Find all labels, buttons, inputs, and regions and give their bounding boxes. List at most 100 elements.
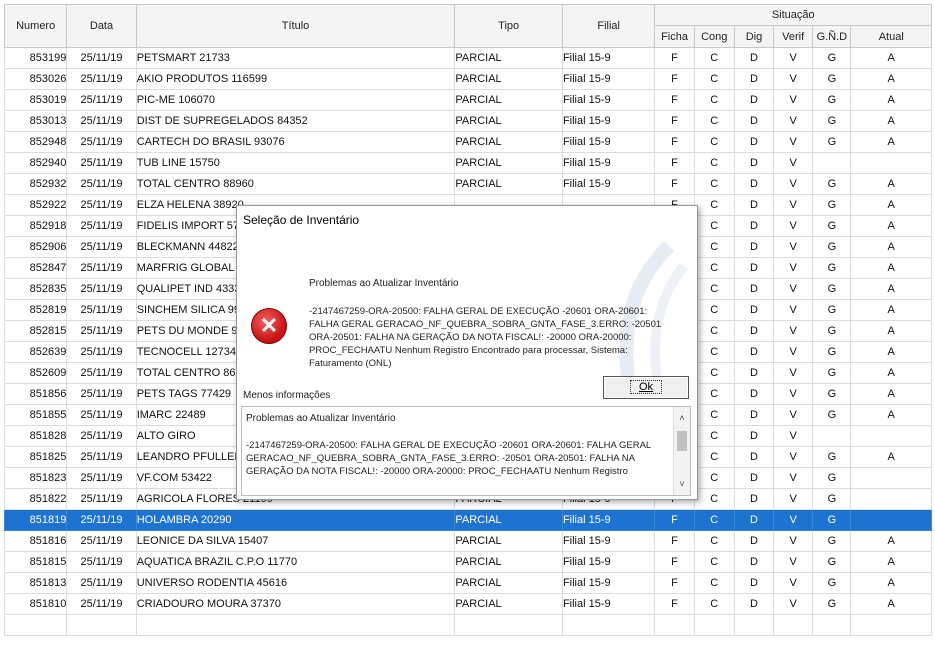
- cell-data: 25/11/19: [66, 341, 137, 363]
- cell-cong: C: [693, 341, 735, 363]
- cell-cong: C: [693, 467, 735, 489]
- cell-data: 25/11/19: [66, 173, 137, 195]
- cell-numero: 852922: [3, 194, 68, 216]
- cell-ficha: F: [654, 551, 695, 573]
- col-header-cong[interactable]: Cong: [693, 25, 735, 48]
- col-header-gnd[interactable]: G.Ñ.D: [812, 25, 852, 48]
- cell-gnd: G: [812, 47, 852, 69]
- cell-dig: D: [733, 425, 775, 447]
- cell-atual: A: [850, 446, 932, 468]
- cell-gnd: G: [812, 404, 852, 426]
- col-header-atual[interactable]: Atual: [850, 25, 932, 48]
- scroll-up-icon[interactable]: ˄: [674, 411, 690, 425]
- cell-tipo: PARCIAL: [454, 89, 563, 111]
- cell-gnd: G: [812, 131, 852, 153]
- cell-verif: V: [773, 551, 814, 573]
- cell-tipo: PARCIAL: [454, 68, 563, 90]
- table-row[interactable]: 853019 25/11/19 PIC-ME 106070 PARCIAL Filial…: [3, 89, 932, 111]
- table-row[interactable]: 852948 25/11/19 CARTECH DO BRASIL 93076 PAR…: [3, 131, 932, 153]
- cell-ficha: F: [654, 131, 695, 153]
- col-header-filial[interactable]: Filial: [561, 4, 656, 48]
- cell-data: 25/11/19: [66, 236, 137, 258]
- cell-gnd: G: [812, 530, 852, 552]
- cell-tipo: PARCIAL: [454, 530, 563, 552]
- cell-atual: A: [850, 383, 932, 405]
- cell-tipo: PARCIAL: [454, 572, 563, 594]
- cell-dig: D: [733, 404, 775, 426]
- cell-atual: A: [850, 89, 932, 111]
- cell-data: 25/11/19: [66, 47, 137, 69]
- table-row[interactable]: 852932 25/11/19 TOTAL CENTRO 88960 PARCIAL F…: [3, 173, 932, 195]
- cell-atual: A: [850, 236, 932, 258]
- cell-cong: C: [693, 131, 735, 153]
- table-row[interactable]: 851810 25/11/19 CRIADOURO MOURA 37370 PARCI…: [3, 593, 932, 615]
- cell-numero: 851822: [3, 488, 68, 510]
- cell-atual: A: [850, 551, 932, 573]
- scroll-down-icon[interactable]: ˅: [674, 477, 690, 491]
- detail-textbox[interactable]: Problemas ao Atualizar Inventário -21474…: [241, 406, 691, 496]
- table-row[interactable]: 852940 25/11/19 TUB LINE 15750 PARCIAL Filia…: [3, 152, 932, 174]
- cell-data: 25/11/19: [66, 299, 137, 321]
- col-header-tipo[interactable]: Tipo: [454, 4, 563, 48]
- table-row[interactable]: 853013 25/11/19 DIST DE SUPREGELADOS 84352…: [3, 110, 932, 132]
- cell-data: 25/11/19: [66, 68, 137, 90]
- cell-atual: A: [850, 68, 932, 90]
- cell-filial: Filial 15-9: [561, 68, 656, 90]
- cell-verif: [773, 614, 814, 636]
- cell-ficha: F: [654, 68, 695, 90]
- cell-verif: V: [773, 47, 814, 69]
- cell-verif: V: [773, 257, 814, 279]
- cell-gnd: G: [812, 320, 852, 342]
- cell-cong: C: [693, 278, 735, 300]
- col-header-ficha[interactable]: Ficha: [654, 25, 695, 48]
- col-header-verif[interactable]: Verif: [773, 25, 814, 48]
- ok-button[interactable]: Ok: [603, 376, 689, 399]
- cell-atual: [850, 509, 932, 531]
- scroll-thumb[interactable]: [677, 431, 687, 451]
- col-header-titulo[interactable]: Título: [135, 4, 456, 48]
- cell-numero: 852940: [3, 152, 68, 174]
- cell-tipo: PARCIAL: [454, 131, 563, 153]
- cell-cong: C: [693, 47, 735, 69]
- cell-gnd: G: [812, 110, 852, 132]
- cell-gnd: G: [812, 593, 852, 615]
- cell-data: 25/11/19: [66, 446, 137, 468]
- table-row[interactable]: 851819 25/11/19 HOLAMBRA 20290 PARCIAL Filia…: [3, 509, 932, 531]
- message-body: -2147467259-ORA-20500: FALHA GERAL DE EX…: [309, 306, 662, 369]
- less-info-toggle[interactable]: Menos informações: [243, 390, 330, 401]
- cell-atual: A: [850, 530, 932, 552]
- table-row[interactable]: 853026 25/11/19 AKIO PRODUTOS 116599 PARCIA…: [3, 68, 932, 90]
- cell-cong: C: [693, 68, 735, 90]
- cell-cong: C: [693, 404, 735, 426]
- cell-cong: [693, 614, 735, 636]
- cell-dig: D: [733, 509, 775, 531]
- table-row[interactable]: 851815 25/11/19 AQUATICA BRAZIL C.P.O 1177…: [3, 551, 932, 573]
- col-header-dig[interactable]: Dig: [733, 25, 775, 48]
- cell-verif: V: [773, 362, 814, 384]
- cell-dig: D: [733, 89, 775, 111]
- cell-data: 25/11/19: [66, 551, 137, 573]
- cell-numero: 852948: [3, 131, 68, 153]
- cell-dig: D: [733, 467, 775, 489]
- col-header-data[interactable]: Data: [66, 4, 137, 48]
- cell-verif: V: [773, 68, 814, 90]
- table-row[interactable]: [3, 614, 932, 636]
- cell-data: 25/11/19: [66, 488, 137, 510]
- cell-tipo: PARCIAL: [454, 152, 563, 174]
- table-row[interactable]: 853199 25/11/19 PETSMART 21733 PARCIAL Filia…: [3, 47, 932, 69]
- cell-cong: C: [693, 572, 735, 594]
- table-row[interactable]: 851816 25/11/19 LEONICE DA SILVA 15407 PARC…: [3, 530, 932, 552]
- cell-data: 25/11/19: [66, 530, 137, 552]
- cell-filial: Filial 15-9: [561, 572, 656, 594]
- cell-ficha: F: [654, 509, 695, 531]
- cell-cong: C: [693, 257, 735, 279]
- cell-cong: C: [693, 236, 735, 258]
- col-header-numero[interactable]: Numero: [3, 4, 68, 48]
- cell-data: 25/11/19: [66, 194, 137, 216]
- dialog-title[interactable]: Seleção de Inventário: [237, 206, 697, 234]
- cell-numero: 851810: [3, 593, 68, 615]
- detail-scrollbar[interactable]: ˄ ˅: [673, 407, 690, 495]
- cell-gnd: G: [812, 236, 852, 258]
- table-row[interactable]: 851813 25/11/19 UNIVERSO RODENTIA 45616 PAR…: [3, 572, 932, 594]
- cell-cong: C: [693, 488, 735, 510]
